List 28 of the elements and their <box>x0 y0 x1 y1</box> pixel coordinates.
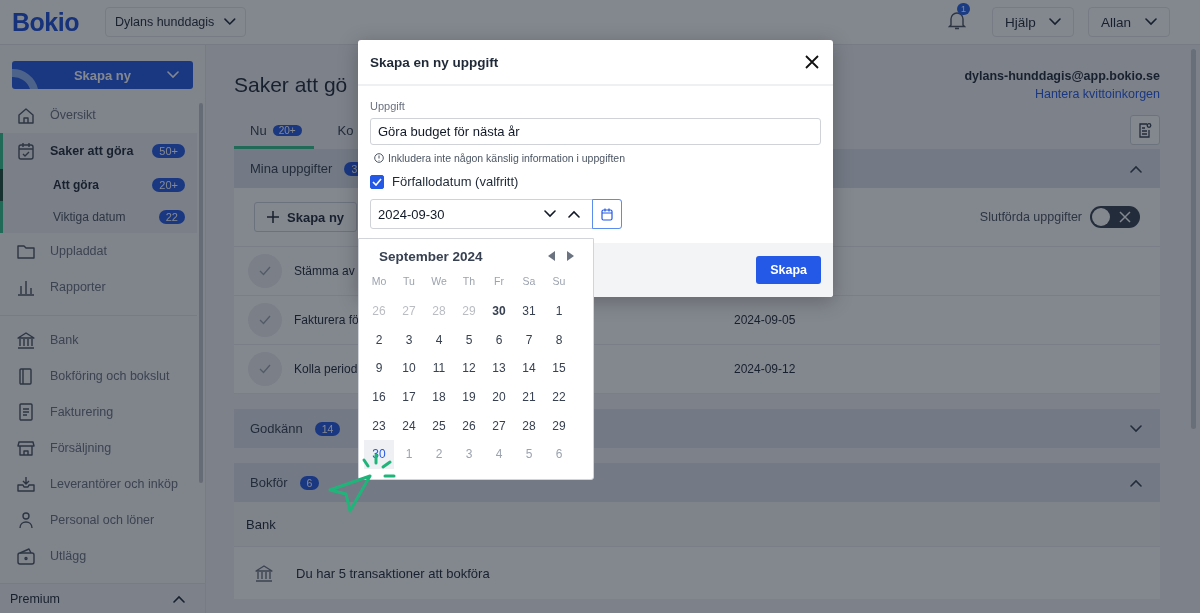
count-badge: 50+ <box>152 144 185 158</box>
email-address: dylans-hunddagis@app.bokio.se <box>964 69 1160 83</box>
count-badge: 6 <box>299 475 320 490</box>
count-badge: 20+ <box>272 125 302 136</box>
due-date: 2024-09-12 <box>734 362 796 376</box>
count-badge: 22 <box>158 210 185 224</box>
weekday-label: Su <box>552 275 566 289</box>
group-header: Bank <box>234 502 1160 547</box>
field-label: Uppgift <box>370 100 406 112</box>
weekday-label: We <box>431 275 447 289</box>
due-date: 2024-09-05 <box>734 313 796 327</box>
month-title: September 2024 <box>379 248 483 264</box>
weekday-label: Tu <box>403 275 415 289</box>
weekday-label: Fr <box>494 275 504 289</box>
hint-text: Inkludera inte någon känslig information i uppgiften <box>388 152 625 164</box>
toggle-label: Slutförda uppgifter <box>979 210 1082 224</box>
section-title: Bokför <box>250 475 288 490</box>
weekday-label: Th <box>462 275 476 289</box>
dialog-title: Skapa en ny uppgift <box>370 54 499 70</box>
count-badge: 14 <box>314 421 341 436</box>
page-title: Saker att gö <box>234 73 348 97</box>
section-title: Mina uppgifter <box>250 161 333 176</box>
checkbox-label: Förfallodatum (valfritt) <box>392 174 519 189</box>
notification-badge: 1 <box>957 3 970 15</box>
weekday-label: Sa <box>522 275 536 289</box>
section-title: Godkänn <box>250 421 303 436</box>
weekday-label: Mo <box>371 275 387 289</box>
count-badge: 20+ <box>152 178 185 192</box>
